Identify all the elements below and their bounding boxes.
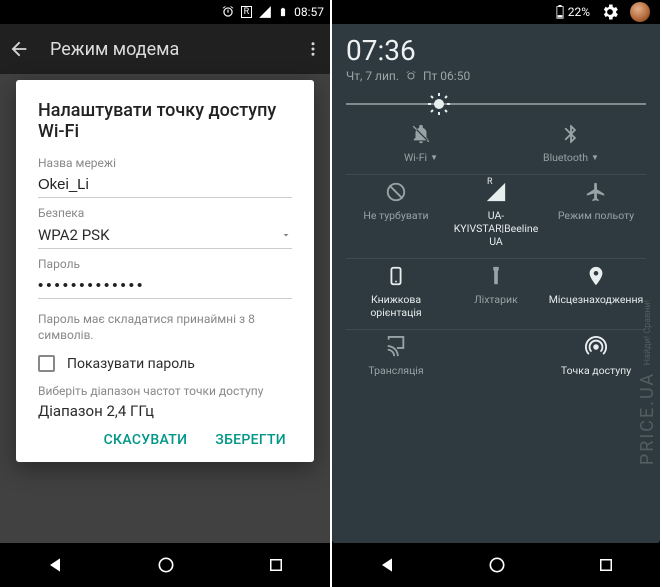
nav-back-icon[interactable] [45, 555, 65, 575]
battery-indicator: 22% [556, 5, 590, 19]
tile-rotation-label: Книжкова орієнтація [346, 293, 446, 319]
tile-flashlight[interactable]: Ліхтарик [446, 259, 546, 329]
brightness-slider[interactable] [346, 103, 646, 105]
battery-icon [278, 5, 288, 19]
tile-dnd[interactable]: Не турбувати [346, 175, 446, 258]
tile-location[interactable]: Місцезнаходження [546, 259, 646, 329]
signal-icon [258, 5, 272, 19]
qs-date: Чт, 7 лип. [346, 69, 399, 83]
nav-recents-icon[interactable] [597, 556, 615, 574]
bluetooth-off-icon [560, 123, 582, 145]
tile-location-label: Місцезнаходження [549, 293, 644, 306]
checkbox-box [38, 355, 55, 372]
nav-bar [0, 543, 330, 587]
status-time: 08:57 [294, 5, 324, 19]
location-icon [585, 265, 607, 287]
tile-cast[interactable]: Трансляція [346, 330, 446, 387]
qs-alarm: Пт 06:50 [423, 69, 470, 83]
qs-date-row: Чт, 7 лип. Пт 06:50 [346, 69, 646, 83]
flashlight-icon [485, 265, 507, 287]
tile-cellular-label: UA-KYIVSTAR|Beeline UA [451, 209, 541, 248]
quick-settings-panel: 07:36 Чт, 7 лип. Пт 06:50 Wi-Fi▼ Bluetoo… [332, 24, 660, 543]
security-label: Безпека [38, 206, 292, 220]
ssid-label: Назва мережі [38, 156, 292, 170]
tile-wifi[interactable]: Wi-Fi▼ [346, 119, 496, 174]
security-dropdown[interactable]: WPA2 PSK [38, 220, 292, 249]
phone-right: 22% 07:36 Чт, 7 лип. Пт 06:50 Wi-Fi▼ Blu… [330, 0, 660, 587]
portrait-lock-icon [385, 265, 407, 287]
tile-bluetooth-label: Bluetooth [543, 151, 588, 164]
checkbox-label: Показувати пароль [67, 356, 195, 372]
user-avatar[interactable] [630, 2, 650, 22]
band-label: Виберіть діапазон частот точки доступу [38, 384, 292, 398]
roaming-badge: R [241, 6, 253, 18]
password-input[interactable] [38, 271, 292, 299]
tile-flashlight-label: Ліхтарик [474, 293, 518, 306]
hotspot-config-dialog: Налаштувати точку доступу Wi-Fi Назва ме… [16, 80, 314, 462]
nav-back-icon[interactable] [377, 555, 397, 575]
nav-bar [332, 543, 660, 587]
page-title: Режим модема [50, 39, 179, 60]
password-label: Пароль [38, 257, 292, 271]
notifications-off-icon [410, 123, 432, 145]
status-bar: R 08:57 [0, 0, 330, 24]
dnd-off-icon [385, 181, 407, 203]
tile-airplane-label: Режим польоту [558, 209, 634, 222]
app-header: Режим модема [0, 24, 330, 74]
nav-home-icon[interactable] [487, 555, 507, 575]
qs-clock: 07:36 [346, 34, 646, 67]
security-value: WPA2 PSK [38, 226, 109, 244]
chevron-down-icon [280, 229, 292, 241]
cancel-button[interactable]: СКАСУВАТИ [104, 432, 188, 448]
tile-wifi-label: Wi-Fi [404, 151, 427, 164]
airplane-icon [585, 181, 607, 203]
tile-rotation[interactable]: Книжкова орієнтація [346, 259, 446, 329]
tile-dnd-label: Не турбувати [363, 209, 428, 222]
phone-left: R 08:57 Режим модема ПUД П НПV Пт Налашт… [0, 0, 330, 587]
save-button[interactable]: ЗБЕРЕГТИ [215, 432, 286, 448]
settings-gear-icon[interactable] [600, 2, 620, 22]
back-icon[interactable] [8, 38, 30, 60]
brightness-thumb-icon [427, 92, 451, 116]
nav-home-icon[interactable] [156, 555, 176, 575]
tile-hotspot[interactable]: Точка доступу [546, 330, 646, 387]
show-password-checkbox[interactable]: Показувати пароль [38, 355, 292, 372]
ssid-input[interactable] [38, 170, 292, 198]
tile-bluetooth[interactable]: Bluetooth▼ [496, 119, 646, 174]
battery-percent: 22% [568, 5, 590, 19]
hotspot-icon [585, 336, 607, 358]
alarm-icon [405, 70, 417, 82]
tile-hotspot-label: Точка доступу [561, 364, 631, 377]
band-dropdown[interactable]: Діапазон 2,4 ГГц [38, 398, 292, 422]
qs-status-bar: 22% [332, 0, 660, 24]
nav-recents-icon[interactable] [267, 556, 285, 574]
overflow-menu-icon[interactable] [304, 40, 322, 58]
alarm-icon [221, 5, 235, 19]
tile-cast-label: Трансляція [368, 364, 423, 377]
battery-icon [556, 5, 564, 19]
dialog-scrim[interactable]: Налаштувати точку доступу Wi-Fi Назва ме… [0, 74, 330, 543]
signal-icon [485, 181, 507, 203]
dialog-title: Налаштувати точку доступу Wi-Fi [38, 100, 292, 142]
tile-cellular[interactable]: R UA-KYIVSTAR|Beeline UA [446, 175, 546, 258]
password-hint: Пароль має складатися принаймні з 8 симв… [38, 311, 292, 343]
tile-airplane[interactable]: Режим польоту [546, 175, 646, 258]
cast-icon [385, 336, 407, 358]
